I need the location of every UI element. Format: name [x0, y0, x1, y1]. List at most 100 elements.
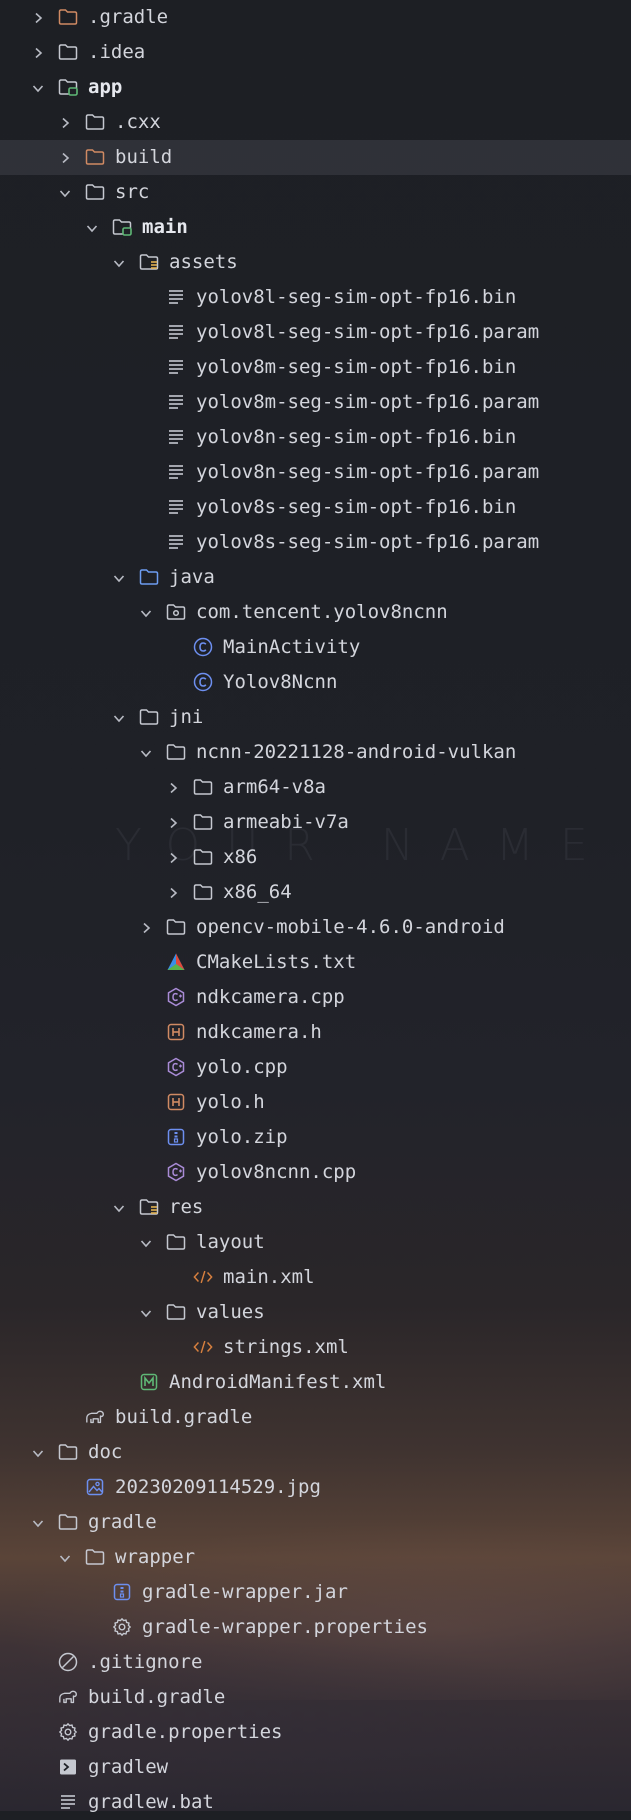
tree-file-row[interactable]: yolov8s-seg-sim-opt-fp16.bin [0, 490, 631, 525]
chevron-right-icon[interactable] [30, 10, 46, 26]
tree-file-row[interactable]: .gitignore [0, 1645, 631, 1680]
tree-file-row[interactable]: yolo.cpp [0, 1050, 631, 1085]
tree-file-row[interactable]: gradlew.bat [0, 1785, 631, 1820]
tree-folder-row[interactable]: gradle [0, 1505, 631, 1540]
chevron-down-icon[interactable] [30, 1445, 46, 1461]
tree-file-row[interactable]: ndkcamera.h [0, 1015, 631, 1050]
ignore-icon [58, 1652, 78, 1672]
tree-folder-row[interactable]: .gradle [0, 0, 631, 35]
chevron-down-icon[interactable] [57, 1550, 73, 1566]
tree-folder-row[interactable]: x86 [0, 840, 631, 875]
tree-file-row[interactable]: gradle-wrapper.properties [0, 1610, 631, 1645]
tree-folder-row[interactable]: assets [0, 245, 631, 280]
chevron-right-icon[interactable] [57, 115, 73, 131]
tree-file-row[interactable]: AndroidManifest.xml [0, 1365, 631, 1400]
folder-icon [193, 847, 213, 867]
text-file-icon [166, 357, 186, 377]
tree-item-label: yolov8s-seg-sim-opt-fp16.param [196, 531, 540, 553]
tree-item-label: build [115, 146, 173, 168]
tree-file-row[interactable]: yolov8s-seg-sim-opt-fp16.param [0, 525, 631, 560]
tree-file-row[interactable]: yolo.zip [0, 1120, 631, 1155]
package-icon [166, 602, 186, 622]
text-file-icon [166, 322, 186, 342]
chevron-right-icon[interactable] [165, 850, 181, 866]
tree-folder-row[interactable]: layout [0, 1225, 631, 1260]
tree-folder-row[interactable]: com.tencent.yolov8ncnn [0, 595, 631, 630]
chevron-down-icon[interactable] [111, 1200, 127, 1216]
tree-file-row[interactable]: MainActivity [0, 630, 631, 665]
chevron-right-icon[interactable] [30, 45, 46, 61]
tree-folder-row[interactable]: .idea [0, 35, 631, 70]
tree-folder-row[interactable]: jni [0, 700, 631, 735]
chevron-right-icon[interactable] [165, 815, 181, 831]
tree-folder-row[interactable]: java [0, 560, 631, 595]
tree-item-label: main.xml [223, 1266, 315, 1288]
tree-item-label: gradlew [88, 1756, 169, 1778]
chevron-right-icon[interactable] [57, 150, 73, 166]
tree-file-row[interactable]: yolov8n-seg-sim-opt-fp16.bin [0, 420, 631, 455]
tree-file-row[interactable]: gradlew [0, 1750, 631, 1785]
tree-file-row[interactable]: CMakeLists.txt [0, 945, 631, 980]
tree-file-row[interactable]: yolov8m-seg-sim-opt-fp16.bin [0, 350, 631, 385]
tree-file-row[interactable]: yolov8ncnn.cpp [0, 1155, 631, 1190]
chevron-right-icon[interactable] [165, 780, 181, 796]
cpp-icon [166, 1057, 186, 1077]
tree-folder-row[interactable]: .cxx [0, 105, 631, 140]
tree-folder-row[interactable]: src [0, 175, 631, 210]
tree-item-label: opencv-mobile-4.6.0-android [196, 916, 505, 938]
tree-folder-row[interactable]: main [0, 210, 631, 245]
tree-file-row[interactable]: yolo.h [0, 1085, 631, 1120]
tree-item-label: jni [169, 706, 204, 728]
chevron-down-icon[interactable] [138, 1305, 154, 1321]
tree-item-label: res [169, 1196, 204, 1218]
tree-file-row[interactable]: main.xml [0, 1260, 631, 1295]
chevron-down-icon[interactable] [111, 710, 127, 726]
tree-folder-row[interactable]: opencv-mobile-4.6.0-android [0, 910, 631, 945]
chevron-down-icon[interactable] [138, 1235, 154, 1251]
tree-item-label: yolov8n-seg-sim-opt-fp16.param [196, 461, 540, 483]
tree-item-label: yolov8ncnn.cpp [196, 1161, 357, 1183]
tree-item-label: MainActivity [223, 636, 361, 658]
tree-folder-row[interactable]: ncnn-20221128-android-vulkan [0, 735, 631, 770]
chevron-down-icon[interactable] [57, 185, 73, 201]
chevron-right-icon[interactable] [138, 920, 154, 936]
tree-folder-row[interactable]: wrapper [0, 1540, 631, 1575]
tree-item-label: 20230209114529.jpg [115, 1476, 321, 1498]
tree-folder-row[interactable]: armeabi-v7a [0, 805, 631, 840]
tree-file-row[interactable]: ndkcamera.cpp [0, 980, 631, 1015]
tree-file-row[interactable]: yolov8l-seg-sim-opt-fp16.param [0, 315, 631, 350]
text-file-icon [166, 287, 186, 307]
tree-folder-row[interactable]: x86_64 [0, 875, 631, 910]
chevron-right-icon[interactable] [165, 885, 181, 901]
chevron-down-icon[interactable] [30, 80, 46, 96]
chevron-down-icon[interactable] [84, 220, 100, 236]
tree-file-row[interactable]: strings.xml [0, 1330, 631, 1365]
tree-folder-row[interactable]: app [0, 70, 631, 105]
tree-file-row[interactable]: build.gradle [0, 1400, 631, 1435]
tree-item-label: yolov8m-seg-sim-opt-fp16.bin [196, 356, 517, 378]
tree-item-label: app [88, 76, 123, 98]
tree-file-row[interactable]: yolov8l-seg-sim-opt-fp16.bin [0, 280, 631, 315]
tree-file-row[interactable]: yolov8n-seg-sim-opt-fp16.param [0, 455, 631, 490]
tree-item-label: gradle.properties [88, 1721, 283, 1743]
tree-file-row[interactable]: gradle.properties [0, 1715, 631, 1750]
tree-folder-row[interactable]: res [0, 1190, 631, 1225]
tree-item-label: .idea [88, 41, 146, 63]
chevron-down-icon[interactable] [138, 605, 154, 621]
tree-file-row[interactable]: build.gradle [0, 1680, 631, 1715]
tree-folder-row[interactable]: doc [0, 1435, 631, 1470]
terminal-icon [58, 1757, 78, 1777]
tree-file-row[interactable]: 20230209114529.jpg [0, 1470, 631, 1505]
tree-file-row[interactable]: yolov8m-seg-sim-opt-fp16.param [0, 385, 631, 420]
tree-file-row[interactable]: Yolov8Ncnn [0, 665, 631, 700]
chevron-down-icon[interactable] [111, 255, 127, 271]
chevron-down-icon[interactable] [138, 745, 154, 761]
class-icon [193, 672, 213, 692]
tree-folder-row[interactable]: arm64-v8a [0, 770, 631, 805]
folder-icon [85, 182, 105, 202]
chevron-down-icon[interactable] [30, 1515, 46, 1531]
chevron-down-icon[interactable] [111, 570, 127, 586]
tree-folder-row[interactable]: build [0, 140, 631, 175]
tree-file-row[interactable]: gradle-wrapper.jar [0, 1575, 631, 1610]
tree-folder-row[interactable]: values [0, 1295, 631, 1330]
